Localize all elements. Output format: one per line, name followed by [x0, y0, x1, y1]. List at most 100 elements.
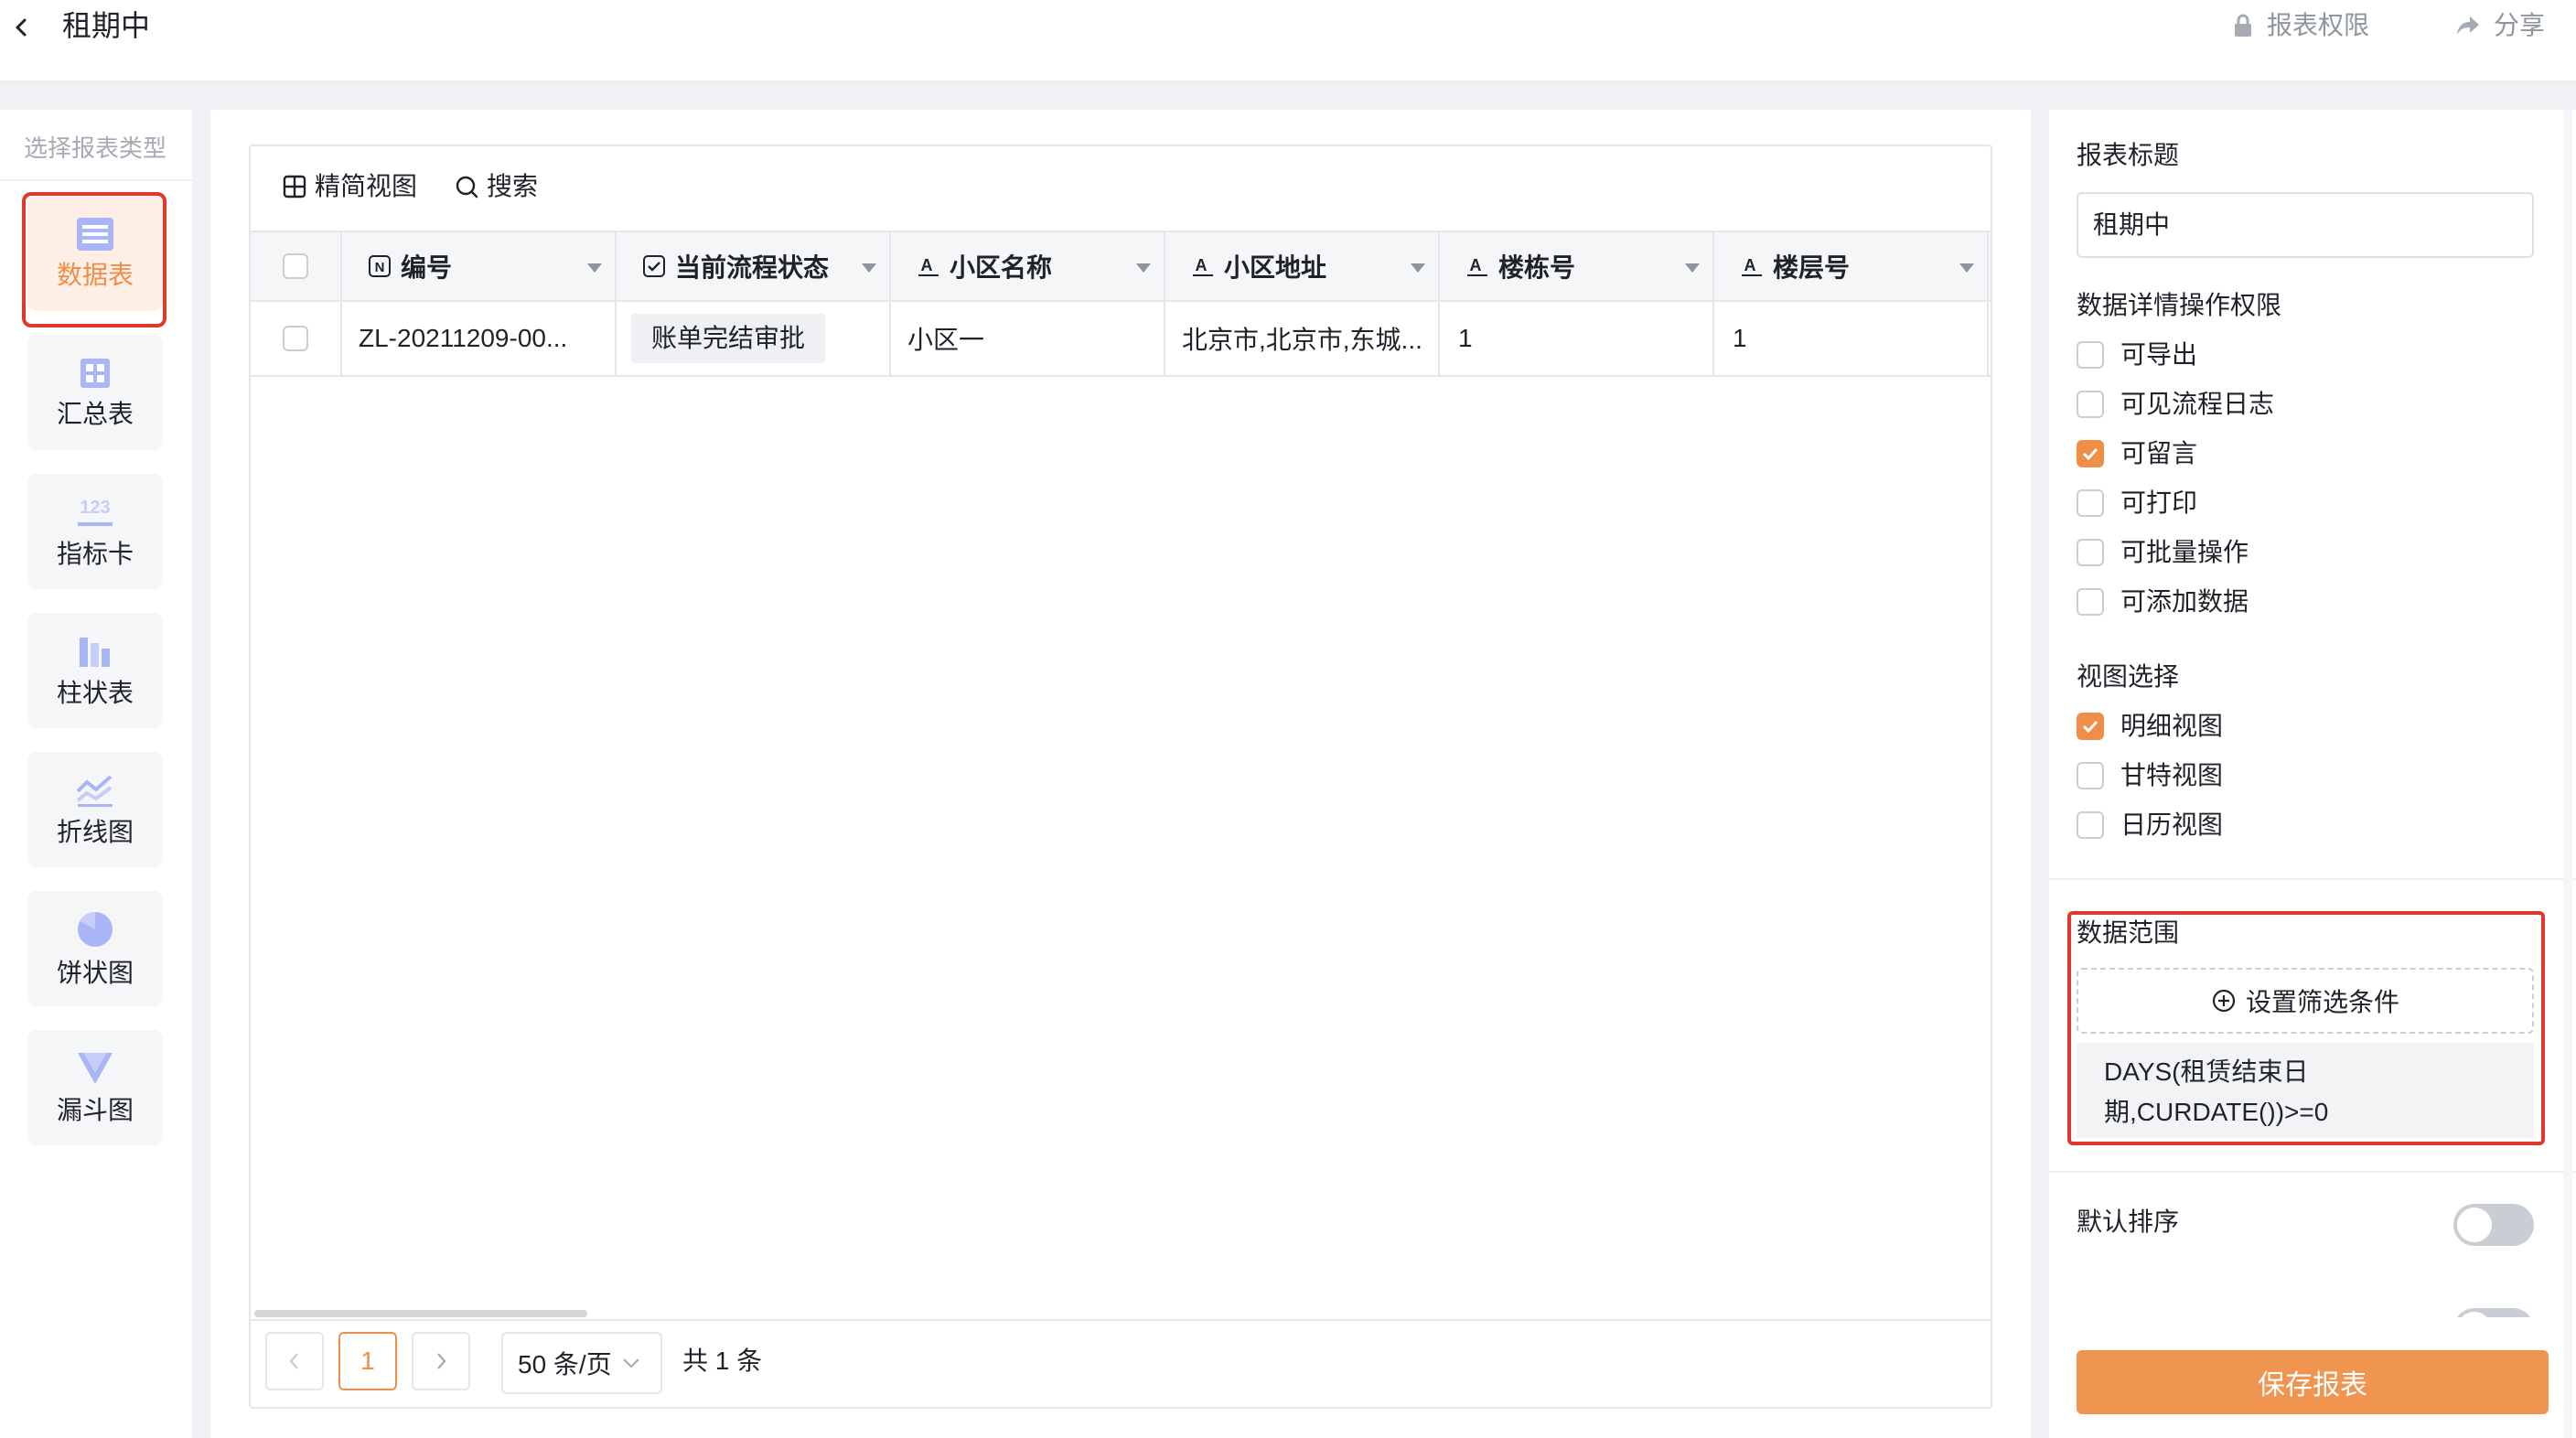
default-sort-toggle[interactable] [2453, 1204, 2534, 1246]
page-size-value: 50 条/页 [518, 1350, 612, 1379]
table-toolbar: 精简视图 搜索 [251, 146, 1991, 231]
view-option-label: 明细视图 [2120, 712, 2224, 740]
permission-checkbox[interactable] [2077, 440, 2104, 467]
report-type-bar[interactable]: 柱状表 [27, 613, 163, 728]
table-icon [77, 218, 113, 251]
chevron-left-icon [16, 18, 27, 37]
settings-panel: 报表标题 租期中 数据详情操作权限 可导出 可见流程日志 可留言 可打印 可批量… [2049, 110, 2576, 1438]
column-header-id[interactable]: N 编号 [342, 232, 617, 300]
chevron-down-icon[interactable] [1411, 263, 1425, 273]
cell-floor: 1 [1714, 302, 1989, 375]
view-checkbox[interactable] [2077, 713, 2104, 740]
vertical-scrollbar[interactable] [2563, 110, 2572, 1438]
report-type-panel: 选择报表类型 数据表 汇总表 123 指标卡 柱状表 折线图 饼状图 漏斗图 [0, 110, 192, 1438]
report-type-table[interactable]: 数据表 [27, 196, 163, 311]
divider [0, 179, 192, 181]
page-number-button[interactable]: 1 [338, 1332, 397, 1390]
data-range-highlight [2067, 911, 2545, 1145]
report-permission-button[interactable]: 报表权限 [2232, 7, 2369, 44]
page-size-select[interactable]: 50 条/页 [501, 1332, 662, 1394]
permission-option[interactable]: 可批量操作 [2077, 534, 2249, 571]
scrolled-content-clip [2049, 1299, 2576, 1317]
cell-address: 北京市,北京市,东城... [1165, 302, 1440, 375]
report-type-funnel[interactable]: 漏斗图 [27, 1030, 163, 1145]
permission-option-label: 可导出 [2120, 340, 2198, 369]
top-bar: 租期中 报表权限 分享 [0, 0, 2576, 80]
column-header-community[interactable]: A 小区名称 [891, 232, 1165, 300]
column-header-building[interactable]: A 楼栋号 [1440, 232, 1714, 300]
report-type-label: 数据表 [56, 261, 134, 289]
report-type-metric[interactable]: 123 指标卡 [27, 474, 163, 589]
view-select-label: 视图选择 [2077, 662, 2180, 691]
permission-checkbox[interactable] [2077, 391, 2104, 418]
report-type-label: 折线图 [56, 818, 134, 846]
text-field-icon: A [1193, 256, 1213, 276]
select-all-checkbox[interactable] [283, 253, 308, 279]
compact-view-button[interactable]: 精简视图 [282, 166, 417, 207]
chevron-down-icon[interactable] [862, 263, 876, 273]
permission-option-label: 可批量操作 [2120, 538, 2249, 566]
svg-text:A: A [1470, 256, 1482, 274]
view-checkbox[interactable] [2077, 762, 2104, 789]
number-field-icon: N [369, 255, 391, 277]
permission-checkbox[interactable] [2077, 489, 2104, 517]
column-header-address[interactable]: A 小区地址 [1165, 232, 1440, 300]
permission-option[interactable]: 可留言 [2077, 435, 2197, 472]
search-button[interactable]: 搜索 [454, 166, 538, 207]
page-title: 租期中 [62, 9, 151, 42]
report-type-pie[interactable]: 饼状图 [27, 891, 163, 1006]
column-header-floor[interactable]: A 楼层号 [1714, 232, 1989, 300]
permission-option-label: 可打印 [2120, 488, 2198, 517]
view-checkbox[interactable] [2077, 811, 2104, 839]
view-option[interactable]: 甘特视图 [2077, 757, 2223, 794]
check-icon [2082, 447, 2098, 461]
column-header-label: 楼栋号 [1498, 253, 1576, 282]
horizontal-scrollbar[interactable] [254, 1310, 587, 1317]
permission-option[interactable]: 可打印 [2077, 485, 2197, 521]
permission-option[interactable]: 可见流程日志 [2077, 386, 2274, 423]
chevron-down-icon[interactable] [1685, 263, 1700, 273]
column-header-label: 当前流程状态 [675, 253, 830, 282]
share-button[interactable]: 分享 [2455, 7, 2545, 44]
permissions-label: 数据详情操作权限 [2077, 291, 2282, 319]
next-page-button[interactable] [412, 1332, 470, 1390]
permission-checkbox[interactable] [2077, 588, 2104, 616]
report-type-label: 柱状表 [56, 679, 134, 707]
divider [2049, 1171, 2576, 1173]
view-option[interactable]: 明细视图 [2077, 708, 2223, 745]
text-field-icon: A [1742, 256, 1762, 276]
lock-icon [2235, 14, 2251, 37]
svg-text:123: 123 [80, 498, 110, 518]
permission-option-label: 可留言 [2120, 439, 2198, 467]
toggle-knob [2457, 1312, 2492, 1317]
permission-checkbox[interactable] [2077, 341, 2104, 369]
check-icon [2082, 720, 2098, 734]
permission-option[interactable]: 可添加数据 [2077, 584, 2249, 620]
report-title-label: 报表标题 [2077, 141, 2180, 169]
svg-text:A: A [921, 256, 933, 274]
bar-chart-icon [80, 638, 110, 667]
report-type-label: 指标卡 [56, 540, 134, 568]
chevron-left-icon [289, 1353, 298, 1369]
default-sort-label: 默认排序 [2077, 1207, 2180, 1236]
report-type-summary[interactable]: 汇总表 [27, 335, 163, 450]
permission-checkbox[interactable] [2077, 539, 2104, 566]
report-title-input[interactable]: 租期中 [2077, 192, 2534, 258]
compact-view-label: 精简视图 [315, 172, 418, 200]
view-option[interactable]: 日历视图 [2077, 807, 2223, 843]
share-label: 分享 [2494, 11, 2546, 39]
query-condition-toggle[interactable] [2453, 1308, 2534, 1317]
row-checkbox[interactable] [283, 326, 308, 351]
permission-option[interactable]: 可导出 [2077, 337, 2197, 373]
table-row[interactable]: ZL-20211209-00... 账单完结审批 小区一 北京市,北京市,东城.… [251, 302, 1991, 377]
chevron-down-icon[interactable] [587, 263, 602, 273]
chevron-down-icon[interactable] [1959, 263, 1974, 273]
column-header-status[interactable]: 当前流程状态 [617, 232, 891, 300]
save-report-button[interactable]: 保存报表 [2077, 1350, 2549, 1414]
report-type-line[interactable]: 折线图 [27, 752, 163, 867]
pie-chart-icon [78, 911, 113, 947]
chevron-down-icon[interactable] [1136, 263, 1151, 273]
prev-page-button[interactable] [265, 1332, 324, 1390]
report-type-label: 汇总表 [56, 400, 134, 428]
back-button[interactable] [4, 9, 40, 46]
